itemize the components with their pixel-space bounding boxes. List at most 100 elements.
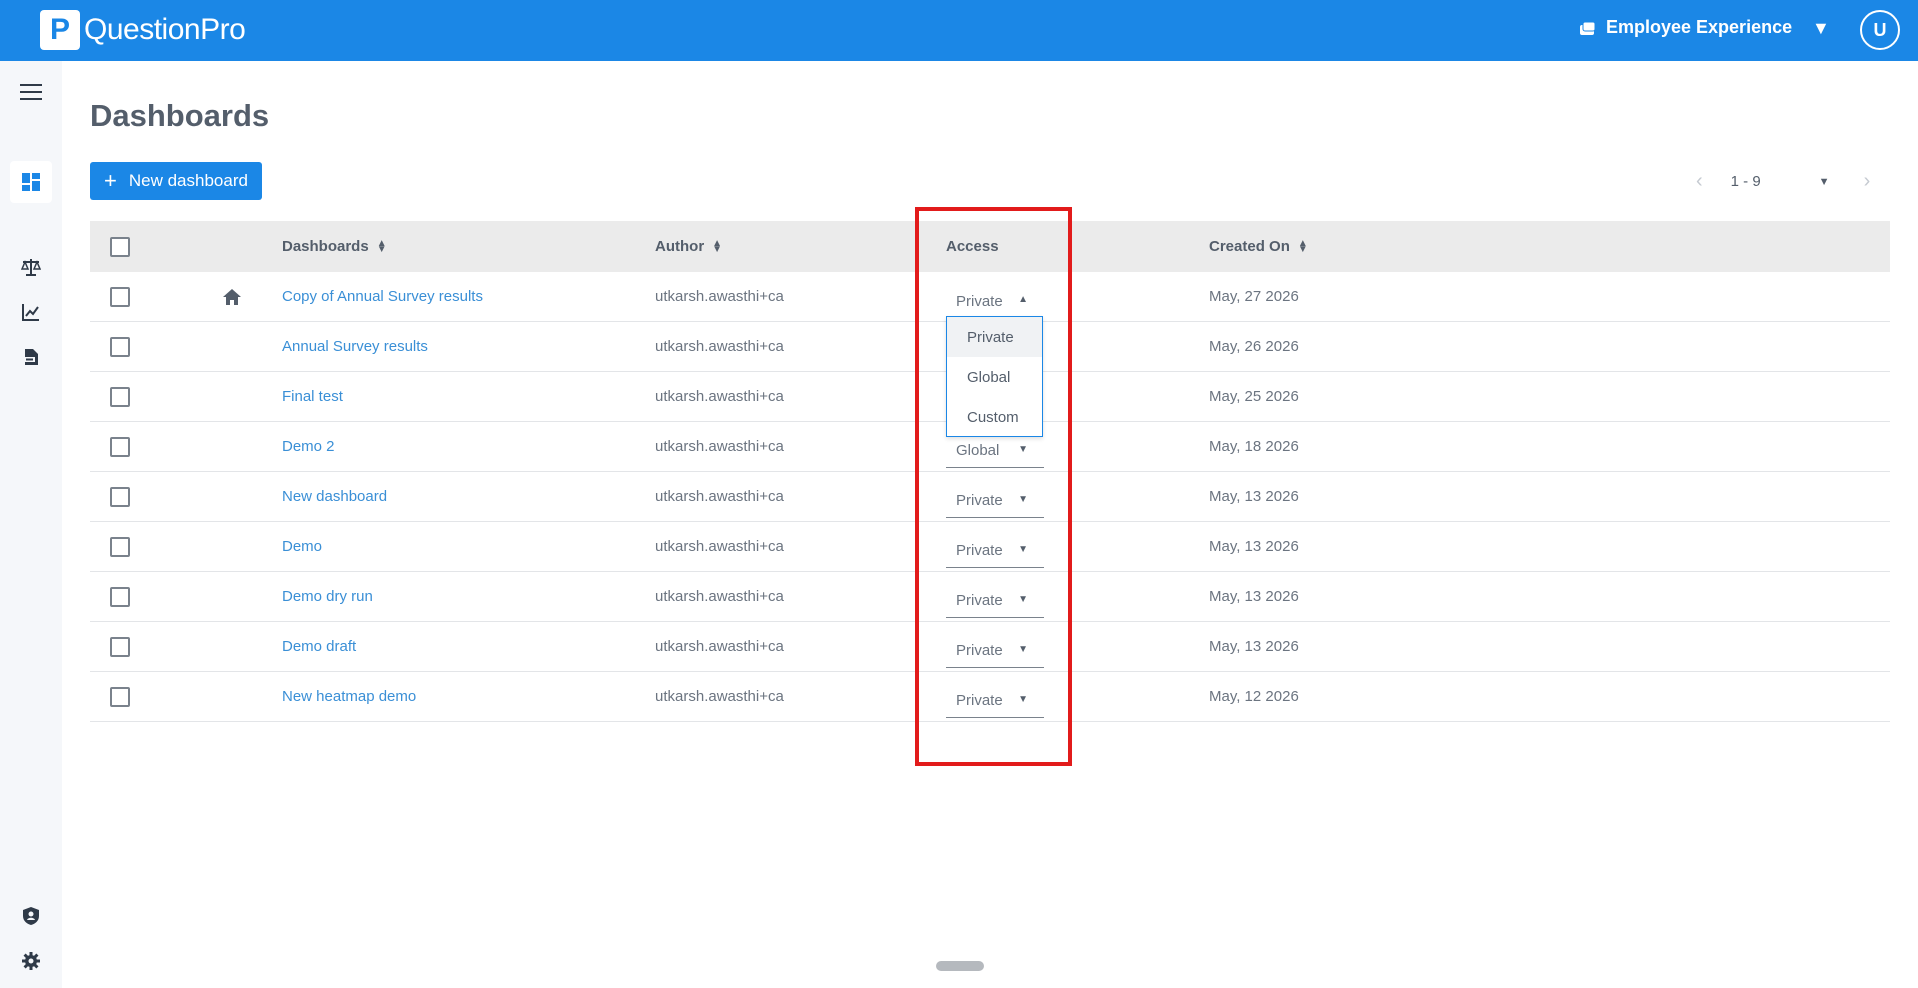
row-checkbox[interactable] — [110, 436, 130, 457]
access-select[interactable]: Private ▲ — [946, 284, 1044, 318]
column-created-on[interactable]: Created On ▲ ▼ — [1209, 221, 1308, 272]
access-select[interactable]: Private ▼ — [946, 534, 1044, 568]
column-access: Access — [946, 238, 999, 255]
sidebar-item-benchmark[interactable] — [18, 254, 44, 280]
home-icon — [222, 272, 242, 321]
select-all-checkbox[interactable] — [110, 236, 130, 257]
brand-name: QuestionPro — [84, 13, 246, 46]
row-checkbox[interactable] — [110, 386, 130, 407]
table-row: Demo draft utkarsh.awasthi+ca Private ▼ May,… — [90, 622, 1890, 672]
author-text: utkarsh.awasthi+ca — [655, 538, 784, 555]
dashboard-link[interactable]: Demo 2 — [282, 438, 335, 455]
access-value: Private — [956, 692, 1003, 709]
sidebar-item-analytics[interactable] — [18, 299, 44, 325]
sidebar-item-reports[interactable] — [18, 344, 44, 370]
page-range: 1 - 9 — [1730, 173, 1761, 190]
access-value: Global — [956, 442, 1000, 459]
access-value: Private — [956, 542, 1003, 559]
access-option-private[interactable]: Private — [947, 317, 1042, 357]
page-size-dropdown-icon[interactable]: ▼ — [1819, 176, 1830, 188]
table-row: New dashboard utkarsh.awasthi+ca Private ▼ M… — [90, 472, 1890, 522]
dashboard-link[interactable]: Demo — [282, 538, 322, 555]
caret-down-icon: ▼ — [1018, 494, 1028, 505]
access-select[interactable]: Private ▼ — [946, 484, 1044, 518]
table-row: Demo dry run utkarsh.awasthi+ca Private ▼ Ma… — [90, 572, 1890, 622]
created-date: May, 13 2026 — [1209, 638, 1299, 655]
author-text: utkarsh.awasthi+ca — [655, 688, 784, 705]
dashboard-link[interactable]: New heatmap demo — [282, 688, 416, 705]
sort-icon[interactable]: ▲ ▼ — [712, 238, 722, 254]
new-dashboard-button[interactable]: + New dashboard — [90, 162, 262, 200]
logo-mark: P — [40, 10, 80, 50]
caret-down-icon: ▼ — [1018, 694, 1028, 705]
dashboard-link[interactable]: Annual Survey results — [282, 338, 428, 355]
shield-user-icon — [23, 907, 39, 925]
author-text: utkarsh.awasthi+ca — [655, 638, 784, 655]
row-checkbox[interactable] — [110, 336, 130, 357]
sidebar-item-dashboards[interactable] — [10, 161, 52, 203]
created-date: May, 13 2026 — [1209, 488, 1299, 505]
caret-down-icon: ▼ — [1018, 444, 1028, 455]
access-value: Private — [956, 642, 1003, 659]
dashboard-link[interactable]: New dashboard — [282, 488, 387, 505]
user-avatar[interactable]: U — [1860, 10, 1900, 50]
created-date: May, 27 2026 — [1209, 288, 1299, 305]
row-checkbox[interactable] — [110, 486, 130, 507]
table-row: Demo utkarsh.awasthi+ca Private ▼ May, 13 20… — [90, 522, 1890, 572]
sort-icon[interactable]: ▲ ▼ — [1298, 238, 1308, 254]
created-date: May, 18 2026 — [1209, 438, 1299, 455]
row-checkbox[interactable] — [110, 636, 130, 657]
dashboard-link[interactable]: Demo dry run — [282, 588, 373, 605]
top-bar: P QuestionPro Employee Experience ▼ U — [0, 0, 1918, 61]
row-checkbox[interactable] — [110, 286, 130, 307]
sort-icon[interactable]: ▲ ▼ — [377, 238, 387, 254]
questionpro-logo[interactable]: P QuestionPro — [40, 10, 246, 50]
created-date: May, 13 2026 — [1209, 538, 1299, 555]
created-date: May, 25 2026 — [1209, 388, 1299, 405]
created-date: May, 26 2026 — [1209, 338, 1299, 355]
page-title: Dashboards — [90, 98, 270, 133]
dashboard-link[interactable]: Final test — [282, 388, 343, 405]
product-name: Employee Experience — [1606, 17, 1793, 37]
dashboard-link[interactable]: Copy of Annual Survey results — [282, 288, 483, 305]
table-header: Dashboards ▲ ▼ Author ▲ ▼ Access Created O… — [90, 221, 1890, 272]
sidebar-item-admin[interactable] — [18, 903, 44, 929]
product-dropdown-icon[interactable]: ▼ — [1812, 18, 1830, 39]
dashboards-table: Dashboards ▲ ▼ Author ▲ ▼ Access Created O… — [90, 221, 1890, 722]
column-author[interactable]: Author ▲ ▼ — [655, 221, 722, 272]
author-text: utkarsh.awasthi+ca — [655, 488, 784, 505]
caret-down-icon: ▼ — [1018, 644, 1028, 655]
access-value: Private — [956, 592, 1003, 609]
access-value: Private — [956, 292, 1003, 310]
access-option-global[interactable]: Global — [947, 357, 1042, 397]
column-dashboards[interactable]: Dashboards ▲ ▼ — [282, 221, 387, 272]
access-select[interactable]: Global ▼ — [946, 434, 1044, 468]
row-checkbox[interactable] — [110, 536, 130, 557]
author-text: utkarsh.awasthi+ca — [655, 288, 784, 305]
caret-down-icon: ▼ — [1018, 594, 1028, 605]
row-checkbox[interactable] — [110, 586, 130, 607]
chevron-left-icon[interactable]: ‹ — [1696, 170, 1703, 193]
plus-icon: + — [104, 168, 117, 193]
table-row: New heatmap demo utkarsh.awasthi+ca Privat… — [90, 672, 1890, 722]
sidebar-item-settings[interactable] — [18, 948, 44, 974]
line-chart-icon — [22, 304, 39, 321]
access-select[interactable]: Private ▼ — [946, 634, 1044, 668]
gear-icon — [22, 952, 40, 970]
hamburger-icon[interactable] — [18, 79, 44, 105]
table-row: Copy of Annual Survey results utkarsh.awa… — [90, 272, 1890, 322]
access-option-custom[interactable]: Custom — [947, 397, 1042, 437]
scroll-handle[interactable] — [936, 961, 984, 971]
product-switcher[interactable]: Employee Experience — [1578, 17, 1792, 38]
dashboard-icon — [22, 173, 40, 191]
caret-up-icon: ▲ — [1018, 294, 1028, 305]
access-select[interactable]: Private ▼ — [946, 584, 1044, 618]
author-text: utkarsh.awasthi+ca — [655, 588, 784, 605]
row-checkbox[interactable] — [110, 686, 130, 707]
dashboard-link[interactable]: Demo draft — [282, 638, 356, 655]
author-text: utkarsh.awasthi+ca — [655, 388, 784, 405]
chevron-right-icon[interactable]: › — [1864, 170, 1871, 193]
access-select[interactable]: Private ▼ — [946, 684, 1044, 718]
new-dashboard-label: New dashboard — [128, 171, 248, 190]
author-text: utkarsh.awasthi+ca — [655, 438, 784, 455]
